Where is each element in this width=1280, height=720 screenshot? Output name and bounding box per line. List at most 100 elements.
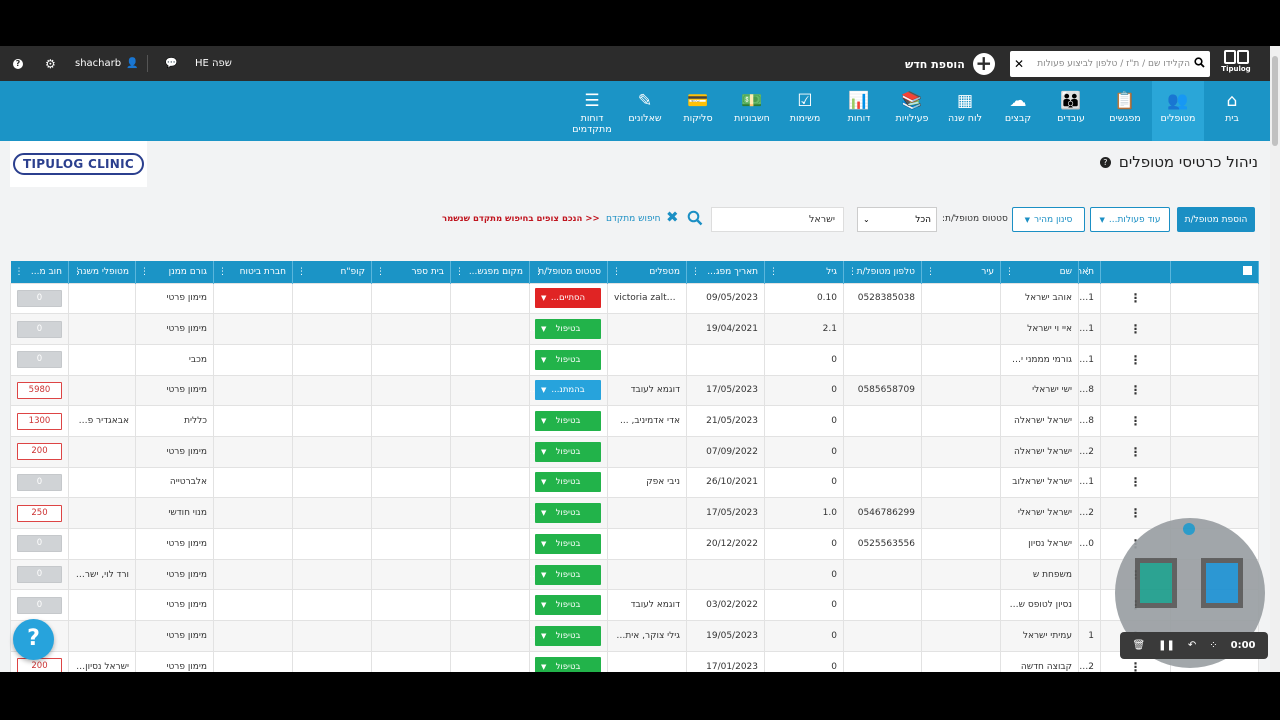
advanced-search-link[interactable]: חיפוש מתקדם — [606, 214, 661, 224]
column-menu-icon[interactable]: ⋮ — [1005, 267, 1014, 277]
column-header[interactable]: תאריך רישום⋮ — [1078, 261, 1101, 283]
column-menu-icon[interactable]: ⋮ — [612, 267, 621, 277]
column-menu-icon[interactable]: ⋮ — [15, 267, 24, 277]
nav-item-1[interactable]: 👥 מטופלים — [1152, 81, 1204, 141]
table-row[interactable]: 5980 מימון פרטי בהמתנ... ▼ דוגמא לעובד 17/05/… — [10, 374, 1259, 407]
debt-badge[interactable]: 0 — [17, 473, 62, 491]
nav-item-8[interactable]: ☑ משימות — [779, 81, 831, 141]
select-all-checkbox[interactable] — [1243, 265, 1252, 275]
debt-badge[interactable]: 0 — [17, 320, 62, 338]
add-new-button[interactable]: הוספת חדש + — [905, 52, 995, 76]
column-header[interactable]: גיל ⋮ — [764, 261, 844, 283]
column-menu-icon[interactable]: ⋮ — [73, 267, 82, 277]
status-dropdown[interactable]: בטיפול ▼ — [535, 349, 601, 370]
row-menu-icon[interactable]: ⋮ — [1100, 435, 1171, 468]
language-selector[interactable]: שפה HE — [195, 46, 232, 81]
row-select-cell[interactable] — [1170, 405, 1259, 437]
add-patient-button[interactable]: הוספת מטופל/ת — [1177, 207, 1255, 232]
table-row[interactable]: מימון פרטי בטיפול ▼ גילי צוקר, איתן ... 19/0… — [10, 620, 1259, 652]
trash-icon[interactable]: 🗑 — [1132, 640, 1145, 651]
debt-badge[interactable]: 0 — [17, 351, 62, 369]
nav-item-3[interactable]: 👪 עובדים — [1045, 81, 1097, 141]
nav-item-2[interactable]: 📋 מפגשים — [1099, 81, 1151, 141]
more-actions-button[interactable]: עוד פעולות... ▼ — [1090, 207, 1170, 232]
table-row[interactable]: 200 ישראל נסיון ,7...מימון פרטי בטיפול▼ 17/… — [10, 650, 1259, 672]
settings-gear-icon[interactable]: ⚙ — [45, 46, 56, 81]
table-row[interactable]: 0 מימון פרטי הסתיים... ▼ victoria zaltberg 09… — [10, 282, 1259, 315]
table-row[interactable]: 0 מימון פרטי בטיפול ▼ 19/04/2021 2.1 איי וי יש… — [10, 313, 1259, 345]
table-row[interactable]: 200 מימון פרטי בטיפול ▼ 07/09/2022 0 ישראל ישר… — [10, 435, 1259, 468]
column-menu-icon[interactable]: ⋮ — [926, 267, 935, 277]
debt-badge[interactable]: 5980 — [17, 381, 62, 399]
page-help-icon[interactable]: ? — [1099, 156, 1111, 168]
status-dropdown[interactable]: בטיפול ▼ — [535, 625, 601, 646]
global-search-input[interactable]: הקלידו שם / ת"ז / טלפון לביצוע פעולות — [1028, 59, 1194, 69]
nav-item-0[interactable]: ⌂ בית — [1206, 81, 1258, 141]
debt-badge[interactable]: 0 — [17, 566, 62, 584]
column-menu-icon[interactable]: ⋮ — [1083, 267, 1092, 277]
column-header[interactable]: תאריך מפג... ⋮ — [686, 261, 765, 283]
status-dropdown[interactable]: בטיפול ▼ — [535, 656, 601, 672]
column-menu-icon[interactable]: ⋮ — [218, 267, 227, 277]
column-menu-icon[interactable]: ⋮ — [376, 267, 385, 277]
clear-filter-icon[interactable]: ✖ — [666, 210, 680, 225]
row-select-cell[interactable] — [1170, 466, 1259, 499]
column-menu-icon[interactable]: ⋮ — [297, 267, 306, 277]
debt-badge[interactable]: 0 — [17, 535, 62, 553]
column-menu-icon[interactable]: ⋮ — [691, 267, 700, 277]
pause-icon[interactable]: ❚❚ — [1158, 640, 1175, 651]
row-select-cell[interactable] — [1170, 313, 1259, 345]
table-row[interactable]: 0 מימון פרטי בטיפול ▼ דוגמא לעובד 03/02/2022 0… — [10, 589, 1259, 622]
column-header[interactable]: גורם ממנן ⋮ — [135, 261, 214, 283]
column-header[interactable]: טלפון מטופל/ת ⋮ — [843, 261, 922, 283]
quick-filter-button[interactable]: סינון מהיר ▼ — [1012, 207, 1085, 232]
row-select-cell[interactable] — [1170, 435, 1259, 468]
patient-search-input[interactable]: ישראל — [711, 207, 844, 232]
status-dropdown[interactable]: בטיפול ▼ — [535, 503, 601, 524]
row-menu-icon[interactable]: ⋮ — [1100, 466, 1171, 499]
clear-search-icon[interactable]: ✕ — [1010, 57, 1028, 71]
debt-badge[interactable]: 200 — [17, 443, 62, 461]
column-header[interactable]: מטפלים ⋮ — [607, 261, 687, 283]
column-header[interactable]: חוב מ... ⋮ — [10, 261, 69, 283]
column-menu-icon[interactable]: ⋮ — [769, 267, 778, 277]
table-row[interactable]: 0 מימון פרטי בטיפול ▼ 20/12/2022 0 0525563556 י… — [10, 528, 1259, 560]
row-menu-icon[interactable]: ⋮ — [1100, 282, 1171, 315]
status-dropdown[interactable]: בטיפול ▼ — [535, 411, 601, 432]
row-select-cell[interactable] — [1170, 374, 1259, 407]
grid-icon[interactable]: ⁘ — [1209, 640, 1217, 651]
help-chat-button[interactable]: ? — [13, 619, 54, 660]
search-icon[interactable] — [1194, 57, 1210, 71]
help-icon[interactable]: ? — [13, 46, 23, 81]
nav-item-12[interactable]: ☰ דוחות מתקדמים — [566, 81, 618, 141]
table-row[interactable]: 250 מנוי חודשי בטיפול ▼ 17/05/2023 1.0 0546786… — [10, 497, 1259, 529]
column-menu-icon[interactable]: ⋮ — [848, 267, 857, 277]
column-header[interactable]: סטטוס מטופל/ת ⋮ — [529, 261, 608, 283]
column-header[interactable]: מטופלי משנה ⋮ — [68, 261, 136, 283]
user-menu[interactable]: shacharb 👤 — [75, 46, 139, 81]
column-header[interactable]: חברת ביטוח ⋮ — [213, 261, 293, 283]
debt-badge[interactable]: 200 — [17, 658, 62, 672]
status-dropdown[interactable]: בטיפול ▼ — [535, 319, 601, 340]
status-dropdown[interactable]: בהמתנ... ▼ — [535, 380, 601, 401]
debt-badge[interactable]: 0 — [17, 289, 62, 307]
status-dropdown[interactable]: בטיפול ▼ — [535, 441, 601, 462]
table-row[interactable]: 0 ורד לוי, ישראל י...מימון פרטי בטיפול▼ 0 מש… — [10, 558, 1259, 591]
column-header[interactable]: מקום מפגש... ⋮ — [450, 261, 530, 283]
chat-icon[interactable]: 💬 — [165, 46, 177, 81]
row-select-cell[interactable] — [1170, 343, 1259, 376]
table-row[interactable]: 0 אלברטייה בטיפול ▼ ניבי אפק 26/10/2021 0 ישראל… — [10, 466, 1259, 499]
status-dropdown[interactable]: בטיפול ▼ — [535, 564, 601, 585]
row-menu-icon[interactable]: ⋮ — [1100, 313, 1171, 345]
column-header[interactable]: בית ספר ⋮ — [371, 261, 451, 283]
column-header[interactable]: שם ⋮ — [1000, 261, 1079, 283]
nav-item-6[interactable]: 📚 פעילויות — [886, 81, 938, 141]
nav-item-7[interactable]: 📊 דוחות — [833, 81, 885, 141]
row-menu-icon[interactable]: ⋮ — [1100, 343, 1171, 376]
nav-item-11[interactable]: ✎ שאלונים — [619, 81, 671, 141]
status-dropdown[interactable]: בטיפול ▼ — [535, 472, 601, 493]
column-header[interactable]: קופ"ח ⋮ — [292, 261, 372, 283]
column-menu-icon[interactable]: ⋮ — [534, 267, 543, 277]
debt-badge[interactable]: 0 — [17, 596, 62, 614]
row-select-cell[interactable] — [1170, 282, 1259, 315]
